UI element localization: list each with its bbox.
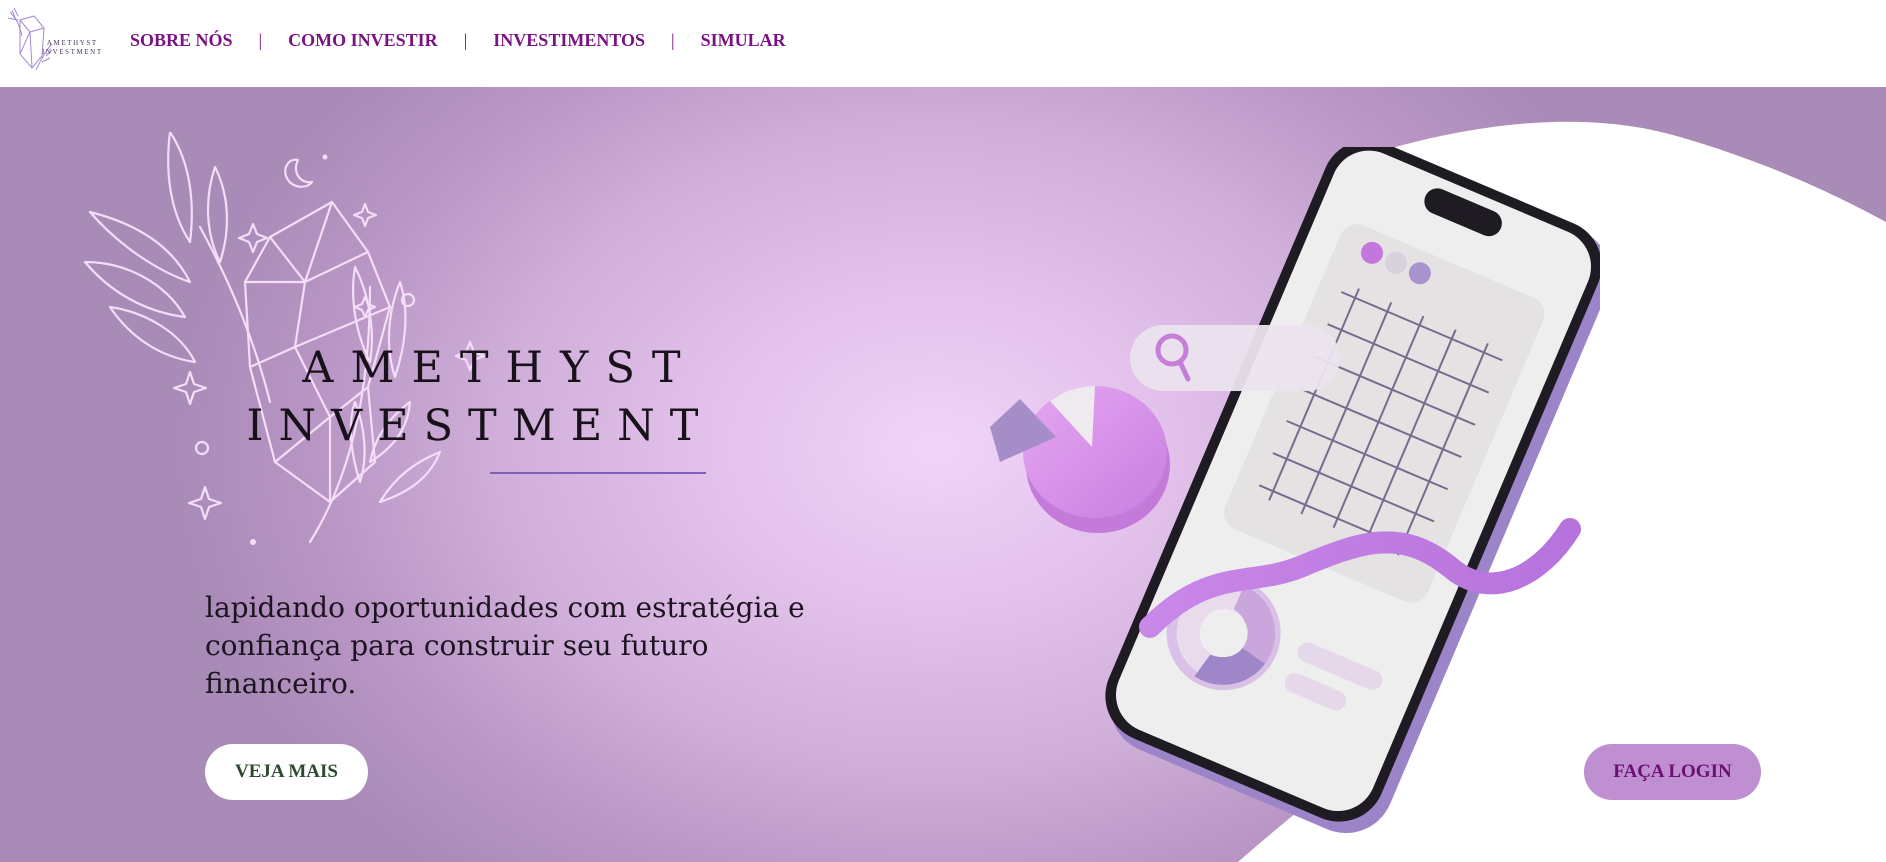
top-navbar: AMETHYST INVESTMENT SOBRE NÓS | COMO INV… — [0, 0, 1886, 87]
faca-login-button[interactable]: FAÇA LOGIN — [1584, 744, 1761, 800]
nav-sobre-nos[interactable]: SOBRE NÓS — [130, 30, 233, 51]
pie-chart-icon — [990, 386, 1170, 533]
hero-tagline: lapidando oportunidades com estratégia e… — [205, 591, 805, 700]
main-nav: SOBRE NÓS | COMO INVESTIR | INVESTIMENTO… — [130, 30, 786, 51]
logo-line-1: AMETHYST — [46, 39, 98, 47]
nav-separator: | — [258, 30, 263, 50]
nav-investimentos[interactable]: INVESTIMENTOS — [493, 30, 645, 51]
brand-underline — [490, 472, 706, 474]
search-icon — [1130, 325, 1340, 391]
nav-simular[interactable]: SIMULAR — [701, 30, 786, 51]
logo-line-2: INVESTMENT — [42, 48, 103, 56]
brand-line-2: INVESTMENT — [246, 401, 714, 451]
veja-mais-button[interactable]: VEJA MAIS — [205, 744, 368, 800]
hero-section: AMETHYST INVESTMENT lapidando oportunida… — [0, 87, 1886, 862]
phone-chart-illustration — [990, 147, 1600, 834]
nav-como-investir[interactable]: COMO INVESTIR — [288, 30, 438, 51]
logo-text: AMETHYST INVESTMENT — [42, 39, 103, 57]
brand-title: AMETHYST INVESTMENT — [247, 339, 720, 455]
nav-separator: | — [463, 30, 468, 50]
nav-separator: | — [671, 30, 675, 50]
amethyst-logo-icon[interactable]: AMETHYST INVESTMENT — [6, 6, 102, 74]
brand-line-1: AMETHYST — [302, 343, 698, 393]
